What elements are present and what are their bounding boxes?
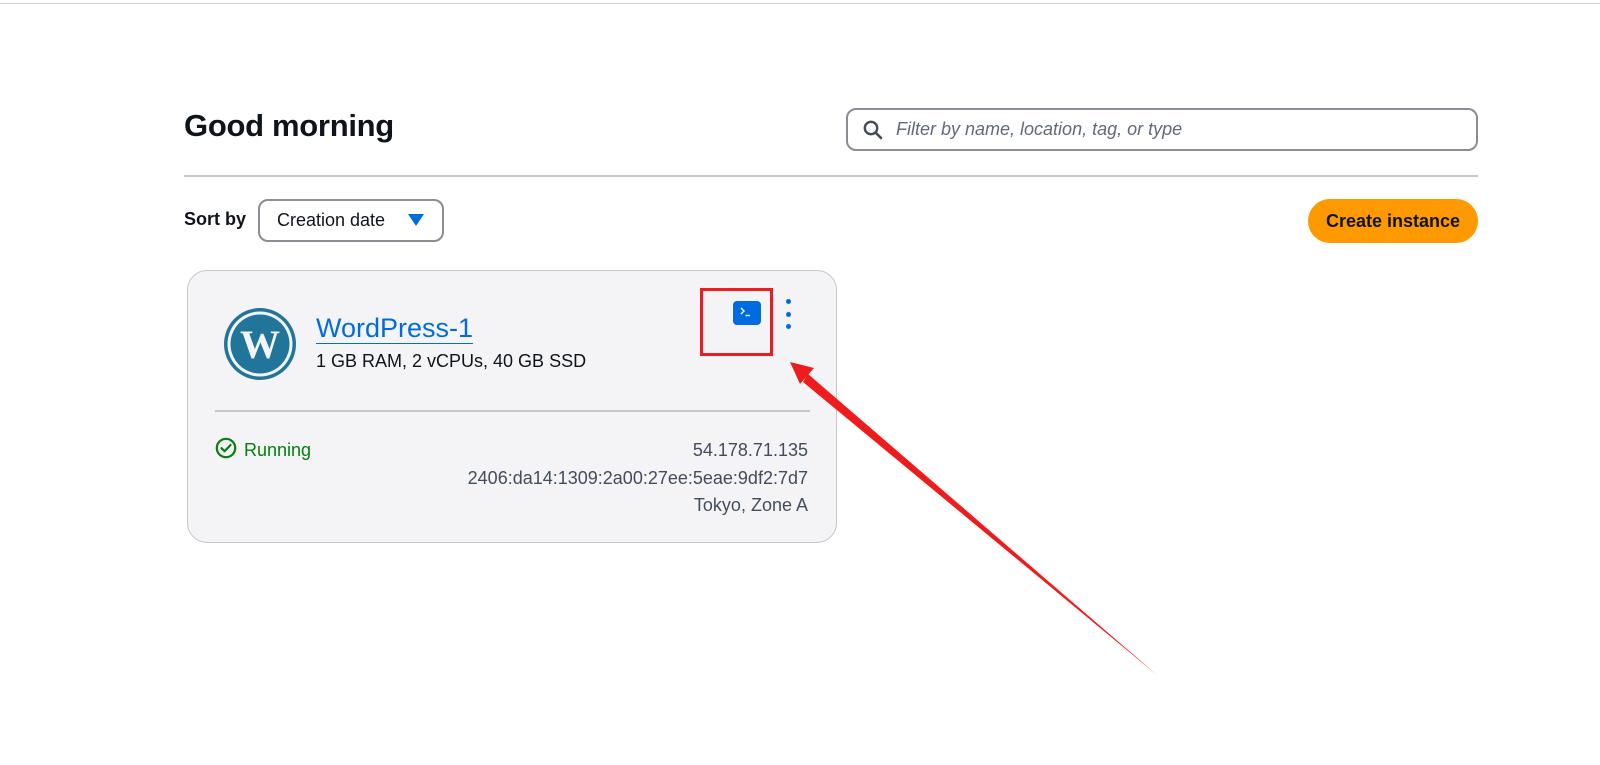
page-title: Good morning — [184, 108, 394, 143]
search-icon — [862, 119, 884, 141]
search-input[interactable] — [896, 114, 1456, 145]
check-circle-icon — [215, 437, 237, 464]
sort-label: Sort by — [184, 209, 247, 229]
kebab-dot — [785, 299, 791, 304]
instance-meta: 54.178.71.135 2406:da14:1309:2a00:27ee:5… — [468, 437, 808, 520]
instance-spec: 1 GB RAM, 2 vCPUs, 40 GB SSD — [316, 351, 587, 371]
more-options-icon[interactable] — [782, 299, 794, 329]
kebab-dot — [785, 324, 791, 329]
header-divider — [184, 175, 1478, 177]
card-divider — [215, 410, 810, 412]
caret-down-icon — [408, 214, 424, 232]
instance-name-link[interactable]: WordPress-1 — [316, 313, 474, 344]
ipv6-address: 2406:da14:1309:2a00:27ee:5eae:9df2:7d7 — [467, 467, 808, 488]
terminal-icon — [740, 307, 750, 317]
svg-text:W: W — [240, 322, 280, 367]
instance-location: Tokyo, Zone A — [693, 495, 808, 515]
instance-card: W WordPress-1 1 GB RAM, 2 vCPUs, 40 GB S… — [187, 270, 837, 543]
connect-terminal-button[interactable] — [733, 301, 761, 325]
sort-select[interactable]: Creation date — [258, 199, 444, 242]
ipv4-address: 54.178.71.135 — [692, 440, 808, 460]
search-box[interactable] — [846, 108, 1478, 151]
sort-selected-value: Creation date — [277, 210, 386, 230]
create-instance-button[interactable]: Create instance — [1308, 199, 1478, 243]
top-border — [0, 3, 1600, 4]
wordpress-logo-icon: W — [223, 307, 297, 381]
status-indicator: Running — [215, 437, 311, 464]
status-text: Running — [244, 440, 312, 460]
kebab-dot — [785, 311, 791, 317]
